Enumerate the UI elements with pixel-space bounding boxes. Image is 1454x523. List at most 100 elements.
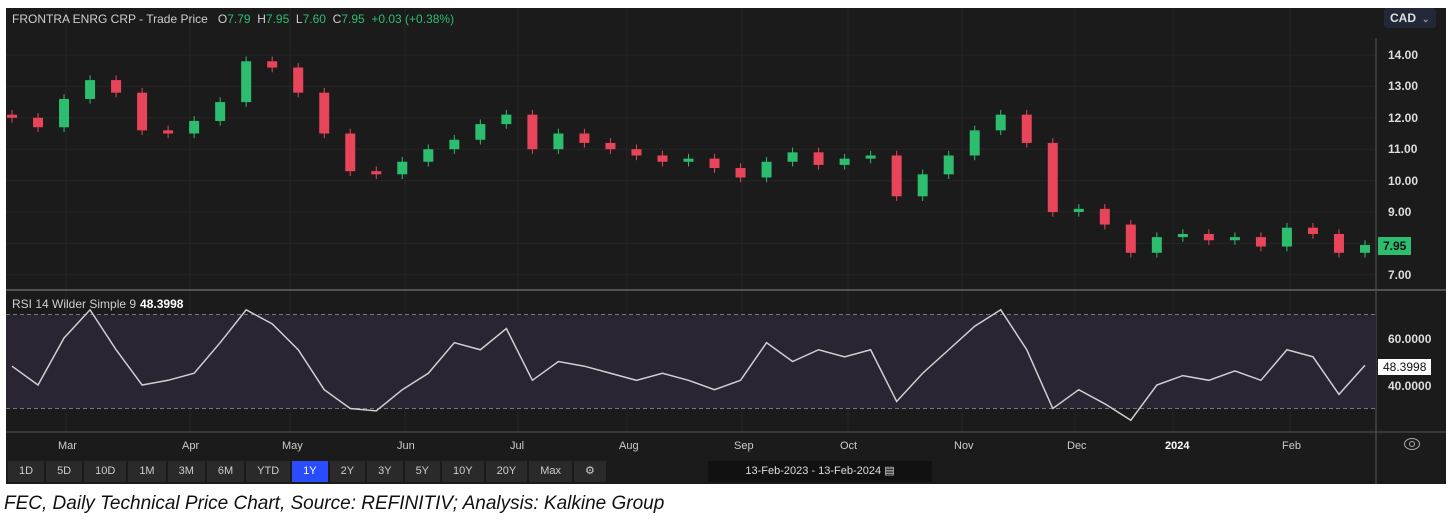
change-value: +0.03 (+0.38%) xyxy=(371,12,455,26)
low-label: L xyxy=(295,12,303,26)
candle-body xyxy=(1099,208,1110,225)
candle-body xyxy=(657,155,668,162)
month-tick: Oct xyxy=(840,440,858,452)
candle-body xyxy=(397,161,408,175)
candle-body xyxy=(1360,244,1370,253)
candle-body xyxy=(787,152,798,162)
date-range-text: 13-Feb-2023 - 13-Feb-2024 xyxy=(745,465,882,477)
month-tick: Sep xyxy=(734,440,754,452)
candle-body xyxy=(33,117,44,128)
candle-body xyxy=(7,114,17,118)
open-label: O xyxy=(217,12,228,26)
range-button-1m[interactable]: 1M xyxy=(128,461,166,482)
candle-body xyxy=(371,171,382,175)
candle-body xyxy=(1307,227,1318,234)
chart-header: FRONTRA ENRG CRP - Trade Price O7.79 H7.… xyxy=(12,12,454,26)
range-button-1d[interactable]: 1D xyxy=(8,461,45,482)
price-tick: 13.00 xyxy=(1388,79,1419,94)
candle-body xyxy=(189,120,200,134)
candle-body xyxy=(215,102,226,121)
candle-body xyxy=(267,61,278,68)
candle-body xyxy=(1333,233,1344,253)
range-button-10y[interactable]: 10Y xyxy=(442,461,484,482)
visibility-eye-icon[interactable] xyxy=(1404,438,1420,450)
close-value: 7.95 xyxy=(341,12,365,26)
candle-body xyxy=(59,98,70,128)
candle-body xyxy=(1151,237,1162,253)
price-tick: 7.00 xyxy=(1388,267,1412,282)
candle-body xyxy=(969,130,980,156)
candle-body xyxy=(1281,227,1292,247)
rsi-tick: 40.0000 xyxy=(1388,379,1432,393)
instrument-title: FRONTRA ENRG CRP - Trade Price xyxy=(12,12,208,26)
month-tick: Jun xyxy=(397,440,415,452)
range-button-20y[interactable]: 20Y xyxy=(485,461,528,482)
month-tick: Apr xyxy=(182,440,200,452)
range-button-10d[interactable]: 10D xyxy=(84,461,127,482)
candle-body xyxy=(709,158,720,169)
candle-body xyxy=(449,139,460,150)
candle-body xyxy=(475,124,486,140)
candle-body xyxy=(501,114,512,125)
rsi-value: 48.3998 xyxy=(140,297,184,311)
candle-body xyxy=(631,149,642,156)
candle-body xyxy=(1177,233,1188,238)
range-button-3m[interactable]: 3M xyxy=(167,461,205,482)
chart-panel[interactable] xyxy=(6,8,1446,484)
price-tick: 11.00 xyxy=(1388,142,1418,157)
month-tick: Mar xyxy=(58,440,77,452)
candle-body xyxy=(761,161,772,178)
range-button-1y[interactable]: 1Y xyxy=(292,461,328,482)
caption: FEC, Daily Technical Price Chart, Source… xyxy=(4,493,665,514)
range-button-5y[interactable]: 5Y xyxy=(404,461,441,482)
candle-body xyxy=(1021,114,1032,143)
candle-body xyxy=(683,158,694,162)
month-tick: 2024 xyxy=(1165,440,1190,452)
candle-body xyxy=(605,142,616,150)
range-button-3y[interactable]: 3Y xyxy=(367,461,403,482)
candle-body xyxy=(553,133,564,150)
candle-body xyxy=(345,133,356,172)
candle-body xyxy=(813,152,824,165)
high-value: 7.95 xyxy=(265,12,290,26)
candle-body xyxy=(1203,233,1214,241)
month-tick: Aug xyxy=(619,440,639,452)
currency-value: CAD xyxy=(1390,11,1416,25)
range-button-6m[interactable]: 6M xyxy=(206,461,245,482)
currency-select[interactable]: CAD ⌄ xyxy=(1384,8,1436,28)
candle-body xyxy=(917,174,928,197)
candle-body xyxy=(735,168,746,178)
candle-body xyxy=(865,155,876,159)
rsi-tick: 60.0000 xyxy=(1388,332,1432,346)
candle-body xyxy=(241,61,252,103)
rsi-value-badge: 48.3998 xyxy=(1378,359,1432,375)
low-value: 7.60 xyxy=(302,12,326,26)
candle-body xyxy=(137,92,148,131)
date-range-picker[interactable]: 13-Feb-2023 - 13-Feb-2024 ▤ xyxy=(708,461,932,482)
candle-body xyxy=(85,80,96,99)
candle-body xyxy=(527,114,538,150)
chart-canvas[interactable] xyxy=(6,8,1446,484)
candle-body xyxy=(319,92,330,134)
price-tick: 14.00 xyxy=(1388,48,1419,62)
open-value: 7.79 xyxy=(227,12,251,26)
candle-body xyxy=(943,155,954,175)
settings-gear-icon[interactable]: ⚙ xyxy=(573,461,606,482)
candle-body xyxy=(1125,224,1136,253)
candle-body xyxy=(293,67,304,93)
price-tick: 9.00 xyxy=(1388,205,1412,219)
range-button-5d[interactable]: 5D xyxy=(46,461,83,482)
range-button-max[interactable]: Max xyxy=(529,461,572,482)
rsi-label: RSI 14 Wilder Simple 9 xyxy=(12,297,137,311)
range-button-2y[interactable]: 2Y xyxy=(329,461,366,482)
month-tick: Nov xyxy=(954,440,974,452)
month-tick: May xyxy=(282,440,303,452)
price-tick: 10.00 xyxy=(1388,173,1419,188)
candle-body xyxy=(163,130,174,134)
last-price-badge: 7.95 xyxy=(1378,237,1412,255)
month-tick: Jul xyxy=(510,440,525,452)
candle-body xyxy=(995,114,1006,131)
rsi-band xyxy=(6,314,1376,409)
close-label: C xyxy=(332,12,342,26)
range-button-ytd[interactable]: YTD xyxy=(246,461,291,482)
